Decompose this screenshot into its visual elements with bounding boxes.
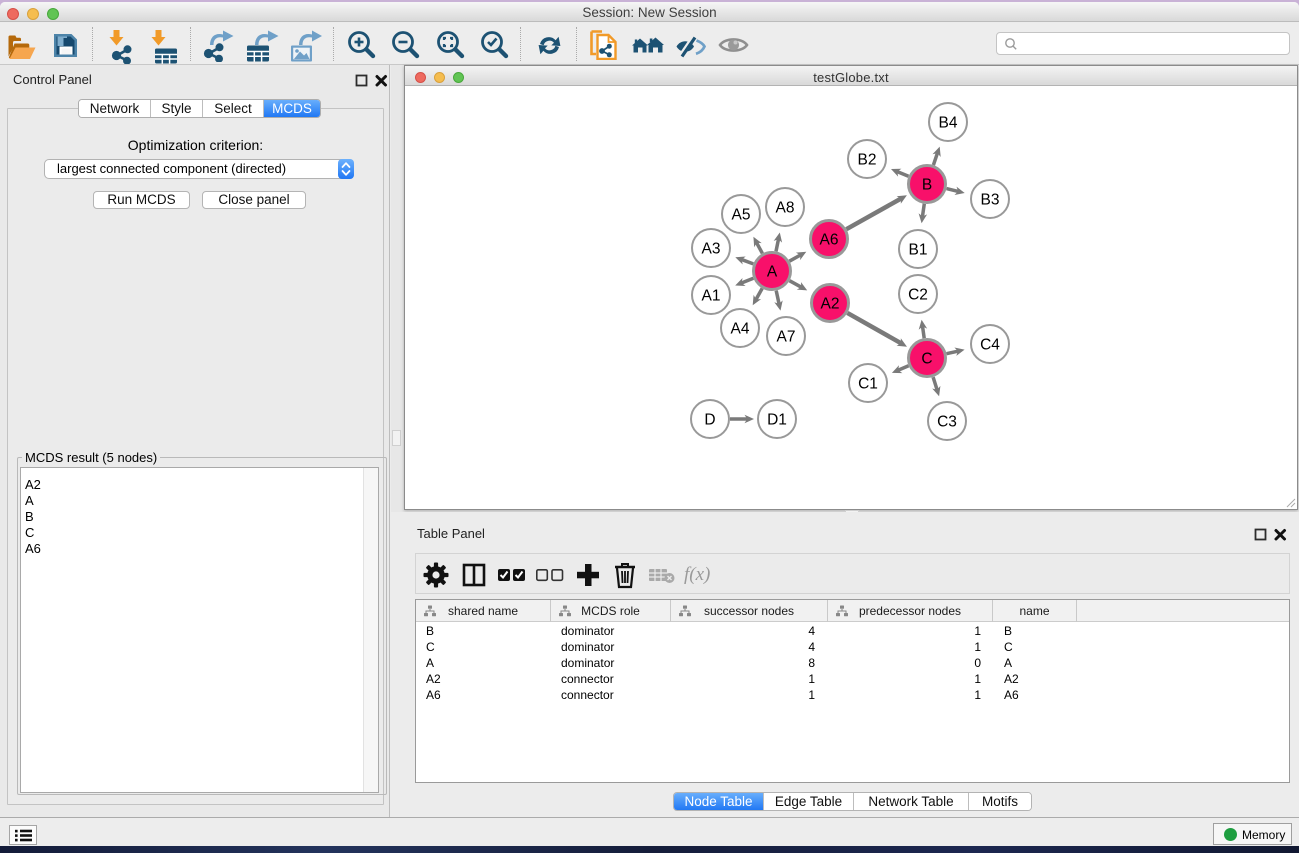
svg-text:A6: A6 [820,232,839,249]
svg-text:A1: A1 [702,288,721,305]
svg-text:A2: A2 [821,296,840,313]
svg-text:B1: B1 [909,242,928,259]
svg-text:C4: C4 [980,337,1000,354]
svg-text:C: C [921,351,932,368]
svg-text:A7: A7 [777,329,796,346]
svg-text:A8: A8 [776,200,795,217]
svg-text:A4: A4 [731,321,750,338]
svg-text:A: A [767,264,778,281]
svg-text:A3: A3 [702,241,721,258]
svg-text:B: B [922,177,932,194]
svg-text:C1: C1 [858,376,878,393]
svg-text:C3: C3 [937,414,957,431]
svg-text:B3: B3 [981,192,1000,209]
svg-text:A5: A5 [732,207,751,224]
svg-text:D: D [704,412,715,429]
svg-text:B4: B4 [939,115,958,132]
svg-text:D1: D1 [767,412,787,429]
svg-text:C2: C2 [908,287,928,304]
svg-text:B2: B2 [858,152,877,169]
